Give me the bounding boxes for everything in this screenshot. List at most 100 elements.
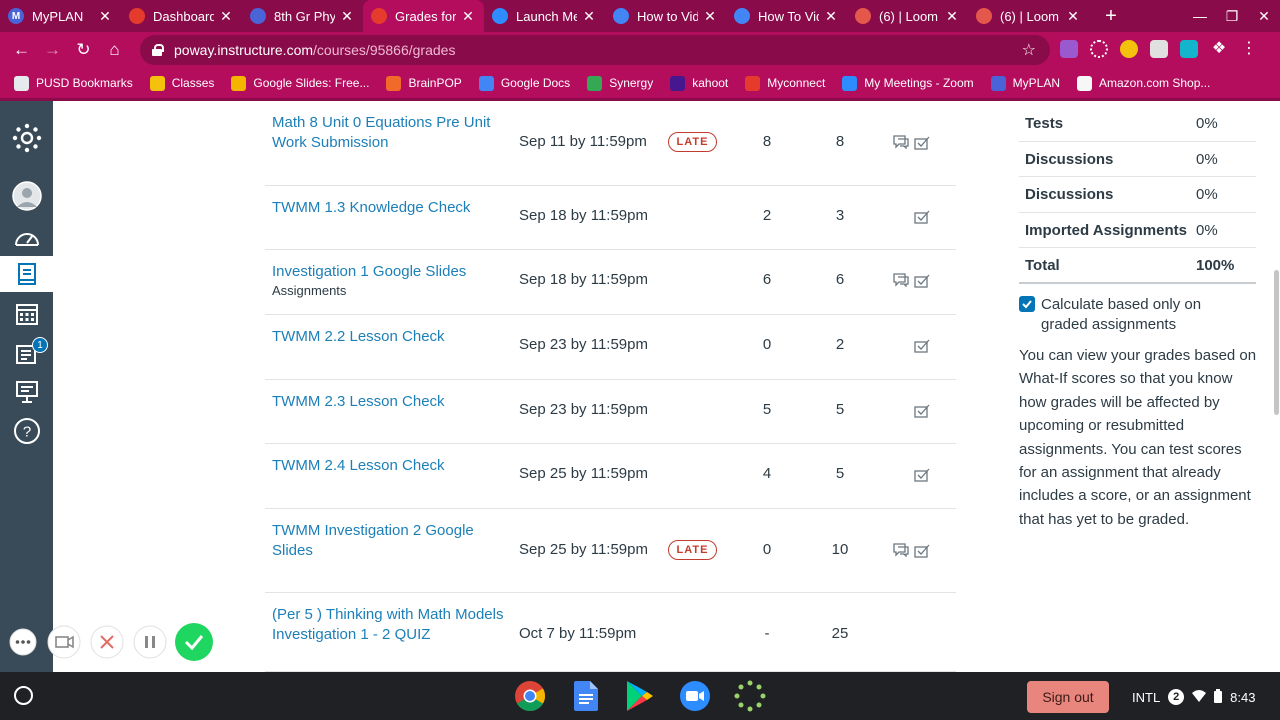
browser-tab[interactable]: (6) | Loom ✕ [847, 0, 968, 32]
bookmark-item[interactable]: MyPLAN [990, 75, 1060, 91]
zoom-app-icon[interactable] [679, 680, 711, 712]
lock-icon[interactable] [152, 44, 164, 56]
reload-icon[interactable]: ↻ [68, 40, 99, 60]
bookmark-item[interactable]: Google Slides: Free... [231, 75, 369, 91]
close-window-icon[interactable]: ✕ [1248, 8, 1280, 25]
score-value[interactable]: 0 [745, 336, 789, 353]
comments-icon[interactable] [893, 273, 910, 292]
bookmark-item[interactable]: PUSD Bookmarks [14, 75, 133, 91]
rubric-icon[interactable] [914, 210, 930, 229]
browser-tab[interactable]: How To Vid ✕ [726, 0, 847, 32]
score-value[interactable]: 6 [745, 271, 789, 288]
forward-icon[interactable]: → [37, 40, 68, 60]
bookmark-item[interactable]: kahoot [670, 75, 729, 91]
assignment-link[interactable]: Math 8 Unit 0 Equations Pre Unit Work Su… [272, 113, 510, 153]
comments-icon[interactable] [893, 135, 910, 154]
help-icon[interactable]: ? [0, 413, 53, 449]
courses-icon[interactable] [0, 256, 53, 292]
rubric-icon[interactable] [914, 468, 930, 487]
inbox-icon[interactable]: 1 [0, 335, 53, 371]
play-store-icon[interactable] [624, 680, 656, 712]
extension-icon[interactable] [1090, 40, 1108, 58]
address-bar[interactable]: poway.instructure.com/courses/95866/grad… [140, 35, 1050, 65]
loom-finish-icon[interactable] [173, 621, 215, 663]
sign-out-button[interactable]: Sign out [1027, 681, 1109, 713]
account-avatar-icon[interactable] [0, 178, 53, 214]
minimize-icon[interactable]: — [1184, 8, 1216, 24]
home-icon[interactable]: ⌂ [99, 40, 130, 60]
late-badge: LATE [668, 540, 717, 560]
assignment-link[interactable]: (Per 5 ) Thinking with Math Models Inves… [272, 605, 510, 645]
browser-tab[interactable]: Launch Me ✕ [484, 0, 605, 32]
tab-close-icon[interactable]: ✕ [218, 8, 234, 25]
bookmark-item[interactable]: Google Docs [478, 75, 570, 91]
bookmark-item[interactable]: Classes [149, 75, 214, 91]
puzzle-icon[interactable]: ❖ [1210, 40, 1228, 58]
extension-icon[interactable] [1180, 40, 1198, 58]
browser-tab[interactable]: 8th Gr Phy ✕ [242, 0, 363, 32]
comments-icon[interactable] [893, 543, 910, 562]
assignment-link[interactable]: TWMM 1.3 Knowledge Check [272, 198, 510, 218]
bookmark-item[interactable]: BrainPOP [386, 75, 462, 91]
checkbox-checked[interactable] [1019, 296, 1035, 312]
bookmark-item[interactable]: Synergy [587, 75, 653, 91]
score-value[interactable]: 0 [745, 541, 789, 558]
loom-camera-off-icon[interactable] [46, 624, 82, 660]
browser-tab[interactable]: (6) | Loom ✕ [968, 0, 1089, 32]
rubric-icon[interactable] [914, 274, 930, 293]
score-value[interactable]: - [745, 625, 789, 642]
assignment-link[interactable]: Investigation 1 Google Slides [272, 262, 510, 282]
extension-icon[interactable] [1060, 40, 1078, 58]
calculate-graded-only-label: Calculate based only on graded assignmen… [1041, 296, 1202, 333]
rubric-icon[interactable] [914, 339, 930, 358]
tab-close-icon[interactable]: ✕ [823, 8, 839, 25]
assignment-link[interactable]: TWMM 2.3 Lesson Check [272, 392, 510, 412]
loom-more-button[interactable] [8, 624, 38, 660]
assignment-link[interactable]: TWMM Investigation 2 Google Slides [272, 521, 510, 561]
inbox-badge: 1 [32, 337, 48, 353]
tab-close-icon[interactable]: ✕ [460, 8, 476, 25]
rubric-icon[interactable] [914, 404, 930, 423]
extension-icon[interactable] [1150, 40, 1168, 58]
canvas-logo-icon[interactable] [0, 120, 53, 156]
status-tray[interactable]: INTL 2 8:43 [1132, 681, 1255, 713]
score-value[interactable]: 8 [745, 133, 789, 150]
tab-close-icon[interactable]: ✕ [702, 8, 718, 25]
back-icon[interactable]: ← [6, 40, 37, 60]
docs-app-icon[interactable] [570, 680, 602, 712]
chrome-app-icon[interactable] [514, 680, 546, 712]
new-tab-icon[interactable]: + [1095, 5, 1127, 28]
rubric-icon[interactable] [914, 136, 930, 155]
score-value[interactable]: 2 [745, 207, 789, 224]
tab-close-icon[interactable]: ✕ [97, 8, 113, 25]
tab-close-icon[interactable]: ✕ [339, 8, 355, 25]
tab-close-icon[interactable]: ✕ [581, 8, 597, 25]
page-scrollbar[interactable] [1274, 270, 1279, 415]
loom-cancel-icon[interactable] [89, 624, 125, 660]
loom-pause-icon[interactable] [132, 624, 168, 660]
calendar-icon[interactable] [0, 296, 53, 332]
extension-icon[interactable] [1120, 40, 1138, 58]
tab-close-icon[interactable]: ✕ [1065, 8, 1081, 25]
tab-close-icon[interactable]: ✕ [944, 8, 960, 25]
browser-tab[interactable]: M MyPLAN ✕ [0, 0, 121, 32]
browser-tab[interactable]: Dashboard ✕ [121, 0, 242, 32]
studio-icon[interactable] [0, 374, 53, 410]
bookmark-label: kahoot [692, 76, 729, 90]
assignment-link[interactable]: TWMM 2.2 Lesson Check [272, 327, 510, 347]
bookmark-item[interactable]: Amazon.com Shop... [1076, 75, 1210, 91]
restore-icon[interactable]: ❐ [1216, 8, 1248, 25]
browser-tab[interactable]: Grades for ✕ [363, 0, 484, 32]
bookmark-item[interactable]: Myconnect [745, 75, 825, 91]
assignment-link[interactable]: TWMM 2.4 Lesson Check [272, 456, 510, 476]
score-value[interactable]: 4 [745, 465, 789, 482]
browser-tab[interactable]: How to Vid ✕ [605, 0, 726, 32]
dashboard-icon[interactable] [0, 219, 53, 255]
launcher-icon[interactable] [14, 686, 33, 705]
bookmark-star-icon[interactable]: ☆ [1022, 40, 1036, 60]
rubric-icon[interactable] [914, 544, 930, 563]
screen: M MyPLAN ✕ Dashboard ✕ 8th Gr Phy ✕ Grades for ✕… [0, 0, 1280, 720]
menu-kebab-icon[interactable]: ⋮ [1240, 40, 1258, 58]
bookmark-item[interactable]: My Meetings - Zoom [842, 75, 974, 91]
score-value[interactable]: 5 [745, 401, 789, 418]
